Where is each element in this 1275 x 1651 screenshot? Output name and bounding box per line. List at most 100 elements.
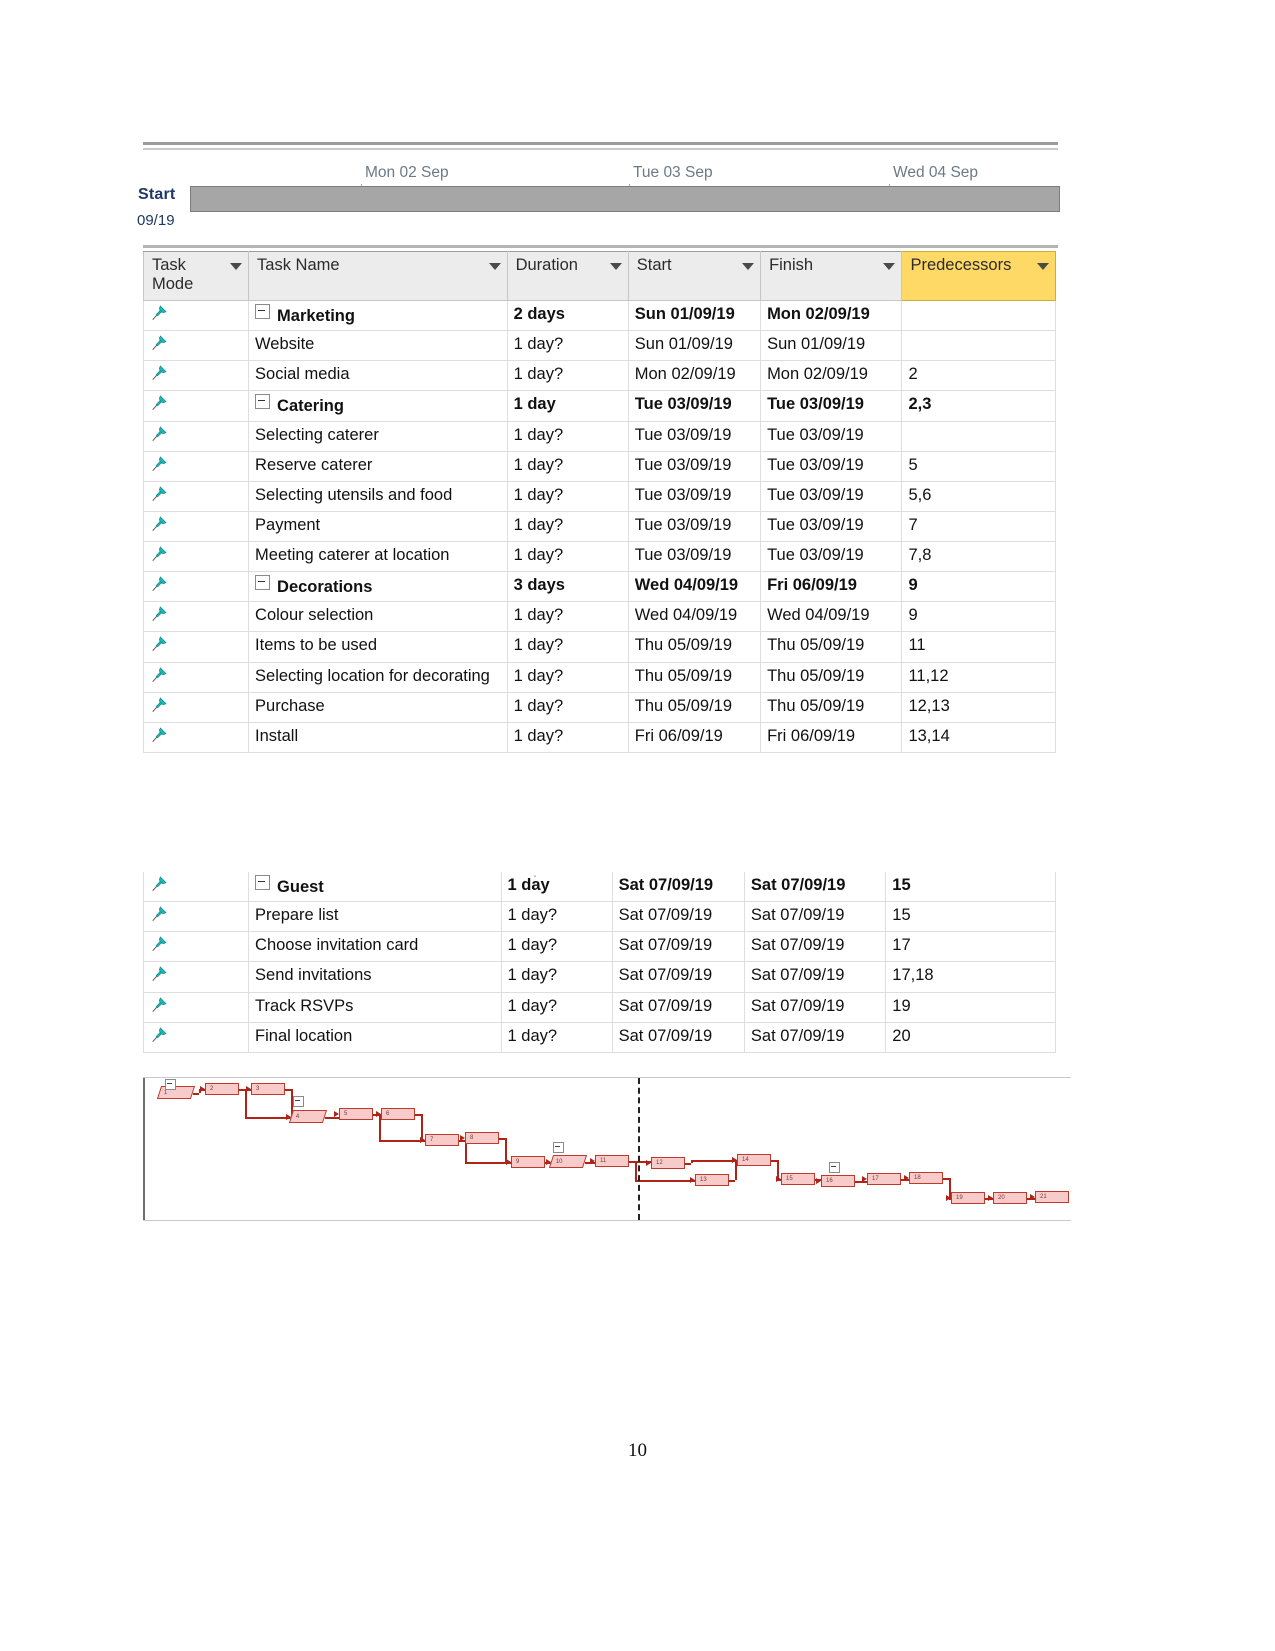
filter-dropdown-icon[interactable] [1037, 263, 1049, 270]
cell-task-name[interactable]: Items to be used [248, 631, 508, 663]
filter-dropdown-icon[interactable] [488, 263, 501, 270]
network-node[interactable]: 6 [381, 1108, 415, 1120]
cell-finish[interactable]: Sat 07/09/19 [743, 1022, 887, 1053]
collapse-expander-icon[interactable] [255, 875, 271, 890]
cell-task-name[interactable]: Decorations [248, 571, 508, 603]
cell-task-name[interactable]: Catering [248, 390, 508, 422]
network-node[interactable]: 1 [156, 1086, 196, 1099]
network-node[interactable]: 21 [1035, 1191, 1069, 1203]
network-node[interactable]: 3 [251, 1083, 285, 1095]
task-mode-pin-icon[interactable] [150, 696, 168, 714]
network-node[interactable]: 13 [695, 1174, 729, 1186]
task-mode-pin-icon[interactable] [150, 334, 168, 352]
cell-duration[interactable]: 1 day? [506, 481, 629, 512]
table-row[interactable]: Selecting utensils and food 1 day? Tue 03/… [142, 481, 1056, 512]
filter-dropdown-icon[interactable] [230, 263, 243, 270]
task-mode-pin-icon[interactable] [150, 425, 168, 443]
cell-finish[interactable]: Tue 03/09/19 [760, 541, 903, 573]
cell-predecessors[interactable]: 5 [901, 451, 1056, 482]
cell-finish[interactable]: Tue 03/09/19 [760, 390, 903, 422]
table-row[interactable]: Decorations 3 days Wed 04/09/19 Fri 06/09/1… [142, 571, 1056, 603]
cell-task-name[interactable]: Selecting location for decorating [248, 662, 508, 693]
cell-task-mode[interactable] [142, 511, 250, 543]
filter-dropdown-icon[interactable] [742, 263, 755, 270]
task-mode-pin-icon[interactable] [150, 875, 168, 893]
cell-start[interactable]: Sun 01/09/19 [627, 330, 762, 362]
cell-duration[interactable]: 1 day? [506, 601, 629, 633]
cell-predecessors[interactable] [901, 421, 1056, 452]
network-node-expander-icon[interactable] [293, 1096, 304, 1107]
table-row[interactable]: Send invitations 1 day? Sat 07/09/19 Sat 07… [142, 961, 1056, 993]
cell-start[interactable]: Sat 07/09/19 [611, 931, 745, 963]
task-mode-pin-icon[interactable] [150, 666, 168, 684]
cell-duration[interactable]: 1 day? [506, 541, 629, 573]
cell-finish[interactable]: Tue 03/09/19 [760, 451, 903, 482]
cell-task-mode[interactable] [142, 601, 250, 633]
cell-task-name[interactable]: Reserve caterer [248, 451, 508, 482]
table-row[interactable]: Marketing 2 days Sun 01/09/19 Mon 02/09/19 [142, 300, 1056, 332]
table-row[interactable]: Prepare list 1 day? Sat 07/09/19 Sat 07/09/… [142, 901, 1056, 933]
column-header-finish[interactable]: Finish [760, 251, 903, 301]
table-row[interactable]: Reserve caterer 1 day? Tue 03/09/19 Tue 03/… [142, 451, 1056, 482]
cell-task-name[interactable]: Meeting caterer at location [248, 541, 508, 573]
table-row[interactable]: Catering 1 day Tue 03/09/19 Tue 03/09/19 2,3 [142, 390, 1056, 422]
cell-predecessors[interactable]: 17 [885, 931, 1056, 963]
network-node-expander-icon[interactable] [165, 1079, 176, 1090]
task-mode-pin-icon[interactable] [150, 575, 168, 593]
column-header-predecessors[interactable]: Predecessors [901, 251, 1056, 301]
network-node-expander-icon[interactable] [829, 1162, 840, 1173]
cell-predecessors[interactable]: 7,8 [901, 541, 1056, 573]
cell-finish[interactable]: Mon 02/09/19 [760, 360, 903, 392]
column-header-duration[interactable]: Duration [506, 251, 629, 301]
network-node[interactable]: 4 [288, 1110, 328, 1123]
task-mode-pin-icon[interactable] [150, 394, 168, 412]
cell-duration[interactable]: 1 day? [500, 961, 613, 993]
cell-start[interactable]: Sun 01/09/19 [627, 300, 762, 332]
cell-finish[interactable]: Fri 06/09/19 [760, 722, 903, 753]
table-row[interactable]: Selecting location for decorating 1 day? T… [142, 662, 1056, 693]
cell-predecessors[interactable]: 2,3 [901, 390, 1056, 422]
cell-start[interactable]: Sat 07/09/19 [611, 901, 745, 933]
cell-predecessors[interactable]: 19 [885, 992, 1056, 1023]
cell-start[interactable]: Wed 04/09/19 [627, 571, 762, 603]
cell-task-mode[interactable] [142, 360, 250, 392]
column-header-start[interactable]: Start [627, 251, 762, 301]
cell-duration[interactable]: 1 day? [506, 631, 629, 663]
task-mode-pin-icon[interactable] [150, 515, 168, 533]
table-row[interactable]: Colour selection 1 day? Wed 04/09/19 Wed 04… [142, 601, 1056, 633]
cell-finish[interactable]: Sun 01/09/19 [760, 330, 903, 362]
cell-duration[interactable]: 1 day? [506, 360, 629, 392]
network-node[interactable]: 16 [821, 1175, 855, 1187]
cell-predecessors[interactable]: 5,6 [901, 481, 1056, 512]
cell-task-name[interactable]: Colour selection [248, 601, 508, 633]
cell-task-name[interactable]: Send invitations [248, 961, 502, 993]
cell-task-name[interactable]: Social media [248, 360, 508, 392]
task-mode-pin-icon[interactable] [150, 485, 168, 503]
task-grid-top[interactable]: Task Mode Task Name Duration Start Finis… [142, 245, 1058, 753]
table-row[interactable]: Track RSVPs 1 day? Sat 07/09/19 Sat 07/09/1… [142, 992, 1056, 1023]
task-mode-pin-icon[interactable] [150, 635, 168, 653]
cell-task-name[interactable]: Selecting caterer [248, 421, 508, 452]
network-node[interactable]: 17 [867, 1173, 901, 1185]
column-header-task-name[interactable]: Task Name [248, 251, 508, 301]
cell-finish[interactable]: Tue 03/09/19 [760, 511, 903, 543]
cell-predecessors[interactable]: 15 [885, 901, 1056, 933]
network-node[interactable]: 15 [781, 1173, 815, 1185]
cell-task-name[interactable]: Payment [248, 511, 508, 543]
cell-start[interactable]: Tue 03/09/19 [627, 390, 762, 422]
cell-finish[interactable]: Mon 02/09/19 [760, 300, 903, 332]
cell-task-name[interactable]: Marketing [248, 300, 508, 332]
cell-task-mode[interactable] [142, 961, 250, 993]
cell-predecessors[interactable]: 9 [901, 571, 1056, 603]
cell-task-mode[interactable] [142, 451, 250, 482]
table-row[interactable]: Choose invitation card 1 day? Sat 07/09/19… [142, 931, 1056, 963]
cell-predecessors[interactable] [901, 300, 1056, 332]
cell-predecessors[interactable]: 11,12 [901, 662, 1056, 693]
collapse-expander-icon[interactable] [255, 575, 271, 591]
cell-finish[interactable]: Wed 04/09/19 [760, 601, 903, 633]
cell-task-name[interactable]: Choose invitation card [248, 931, 502, 963]
cell-task-mode[interactable] [142, 421, 250, 452]
cell-task-mode[interactable] [142, 631, 250, 663]
cell-finish[interactable]: Sat 07/09/19 [743, 901, 887, 933]
table-row[interactable]: Items to be used 1 day? Thu 05/09/19 Thu 05… [142, 631, 1056, 663]
